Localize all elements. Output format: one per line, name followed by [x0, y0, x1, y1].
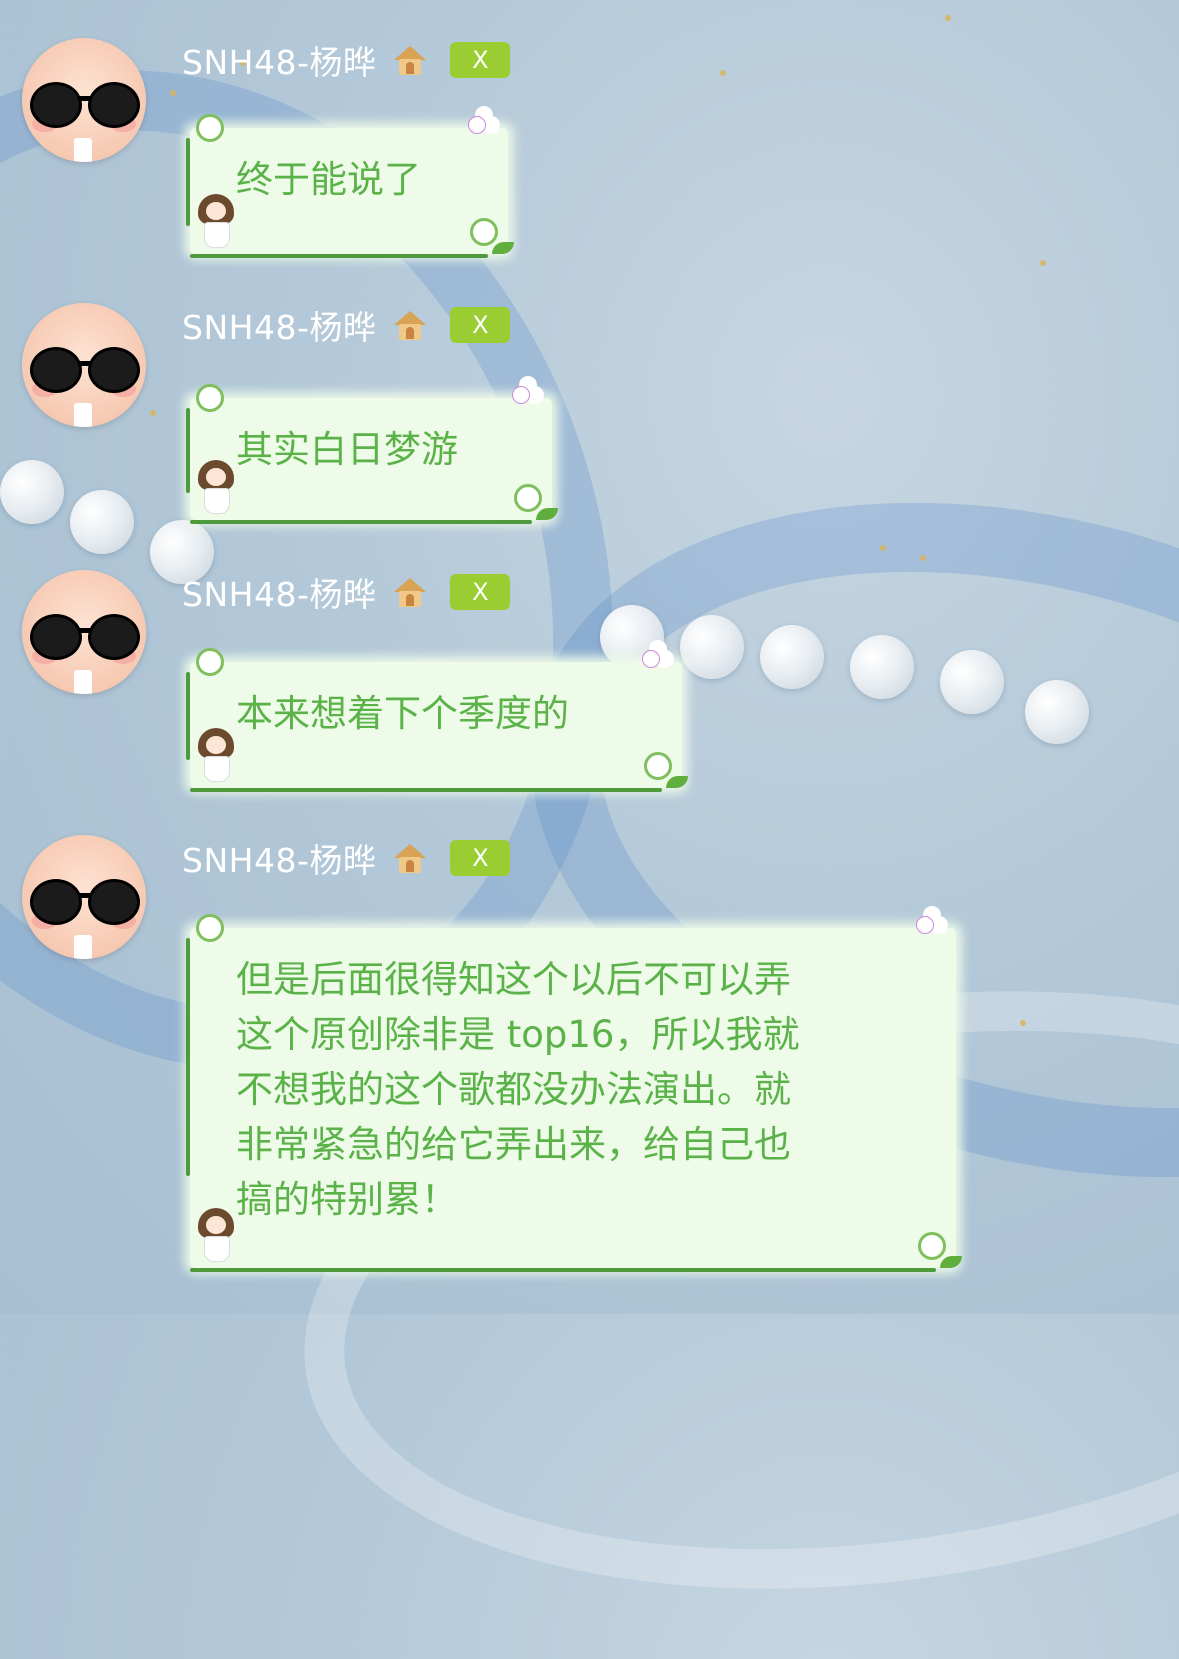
- flower-icon: [196, 648, 224, 676]
- message-bubble[interactable]: 本来想着下个季度的: [186, 648, 688, 792]
- pearl-decoration: [680, 615, 744, 679]
- message-bubble[interactable]: 其实白日梦游: [186, 384, 558, 524]
- message-text: 其实白日梦游: [236, 428, 458, 471]
- rank-badge: X: [450, 42, 511, 78]
- avatar-icon[interactable]: [22, 835, 146, 959]
- flower-icon: [196, 384, 224, 412]
- sender-row: SNH48-杨晔 X: [182, 838, 511, 880]
- pearl-decoration: [0, 460, 64, 524]
- flower-icon: [470, 218, 498, 246]
- pearl-decoration: [850, 635, 914, 699]
- blossom-icon: [512, 386, 530, 404]
- sunglasses-icon: [30, 614, 140, 660]
- sender-name[interactable]: SNH48-杨晔: [182, 568, 376, 616]
- gold-fleck: [1020, 1020, 1026, 1026]
- house-icon: [394, 44, 427, 76]
- avatar-icon[interactable]: [22, 570, 146, 694]
- gold-fleck: [920, 555, 926, 561]
- girl-sticker-icon: [196, 194, 236, 248]
- message-bubble[interactable]: 终于能说了: [186, 114, 514, 258]
- avatar-icon[interactable]: [22, 303, 146, 427]
- flower-icon: [644, 752, 672, 780]
- girl-sticker-icon: [196, 460, 236, 514]
- sender-name[interactable]: SNH48-杨晔: [182, 36, 376, 84]
- sender-row: SNH48-杨晔 X: [182, 572, 511, 614]
- house-icon: [394, 576, 427, 608]
- message-bubble[interactable]: 但是后面很得知这个以后不可以弄 这个原创除非是 top16，所以我就 不想我的这…: [186, 914, 962, 1272]
- pearl-decoration: [70, 490, 134, 554]
- sunglasses-icon: [30, 82, 140, 128]
- rank-badge: X: [450, 574, 511, 610]
- rank-badge: X: [450, 840, 511, 876]
- leaf-icon: [666, 776, 688, 788]
- girl-sticker-icon: [196, 1208, 236, 1262]
- sunglasses-icon: [30, 879, 140, 925]
- gold-fleck: [880, 545, 886, 551]
- message-text: 终于能说了: [236, 158, 421, 201]
- sunglasses-icon: [30, 347, 140, 393]
- message-text: 但是后面很得知这个以后不可以弄 这个原创除非是 top16，所以我就 不想我的这…: [236, 958, 800, 1221]
- sender-name[interactable]: SNH48-杨晔: [182, 834, 376, 882]
- house-icon: [394, 309, 427, 341]
- leaf-icon: [492, 242, 514, 254]
- flower-icon: [918, 1232, 946, 1260]
- gold-fleck: [945, 15, 951, 21]
- gold-fleck: [150, 410, 156, 416]
- blossom-icon: [916, 916, 934, 934]
- flower-icon: [196, 114, 224, 142]
- message-text: 本来想着下个季度的: [236, 692, 569, 735]
- pearl-decoration: [1025, 680, 1089, 744]
- pearl-decoration: [940, 650, 1004, 714]
- flower-icon: [514, 484, 542, 512]
- leaf-icon: [940, 1256, 962, 1268]
- sender-row: SNH48-杨晔 X: [182, 40, 511, 82]
- gold-fleck: [720, 70, 726, 76]
- leaf-icon: [536, 508, 558, 520]
- pearl-decoration: [760, 625, 824, 689]
- flower-icon: [196, 914, 224, 942]
- sender-row: SNH48-杨晔 X: [182, 305, 511, 347]
- gold-fleck: [1040, 260, 1046, 266]
- blossom-icon: [468, 116, 486, 134]
- blossom-icon: [642, 650, 660, 668]
- sender-name[interactable]: SNH48-杨晔: [182, 301, 376, 349]
- rank-badge: X: [450, 307, 511, 343]
- house-icon: [394, 842, 427, 874]
- girl-sticker-icon: [196, 728, 236, 782]
- gold-fleck: [170, 90, 176, 96]
- avatar-icon[interactable]: [22, 38, 146, 162]
